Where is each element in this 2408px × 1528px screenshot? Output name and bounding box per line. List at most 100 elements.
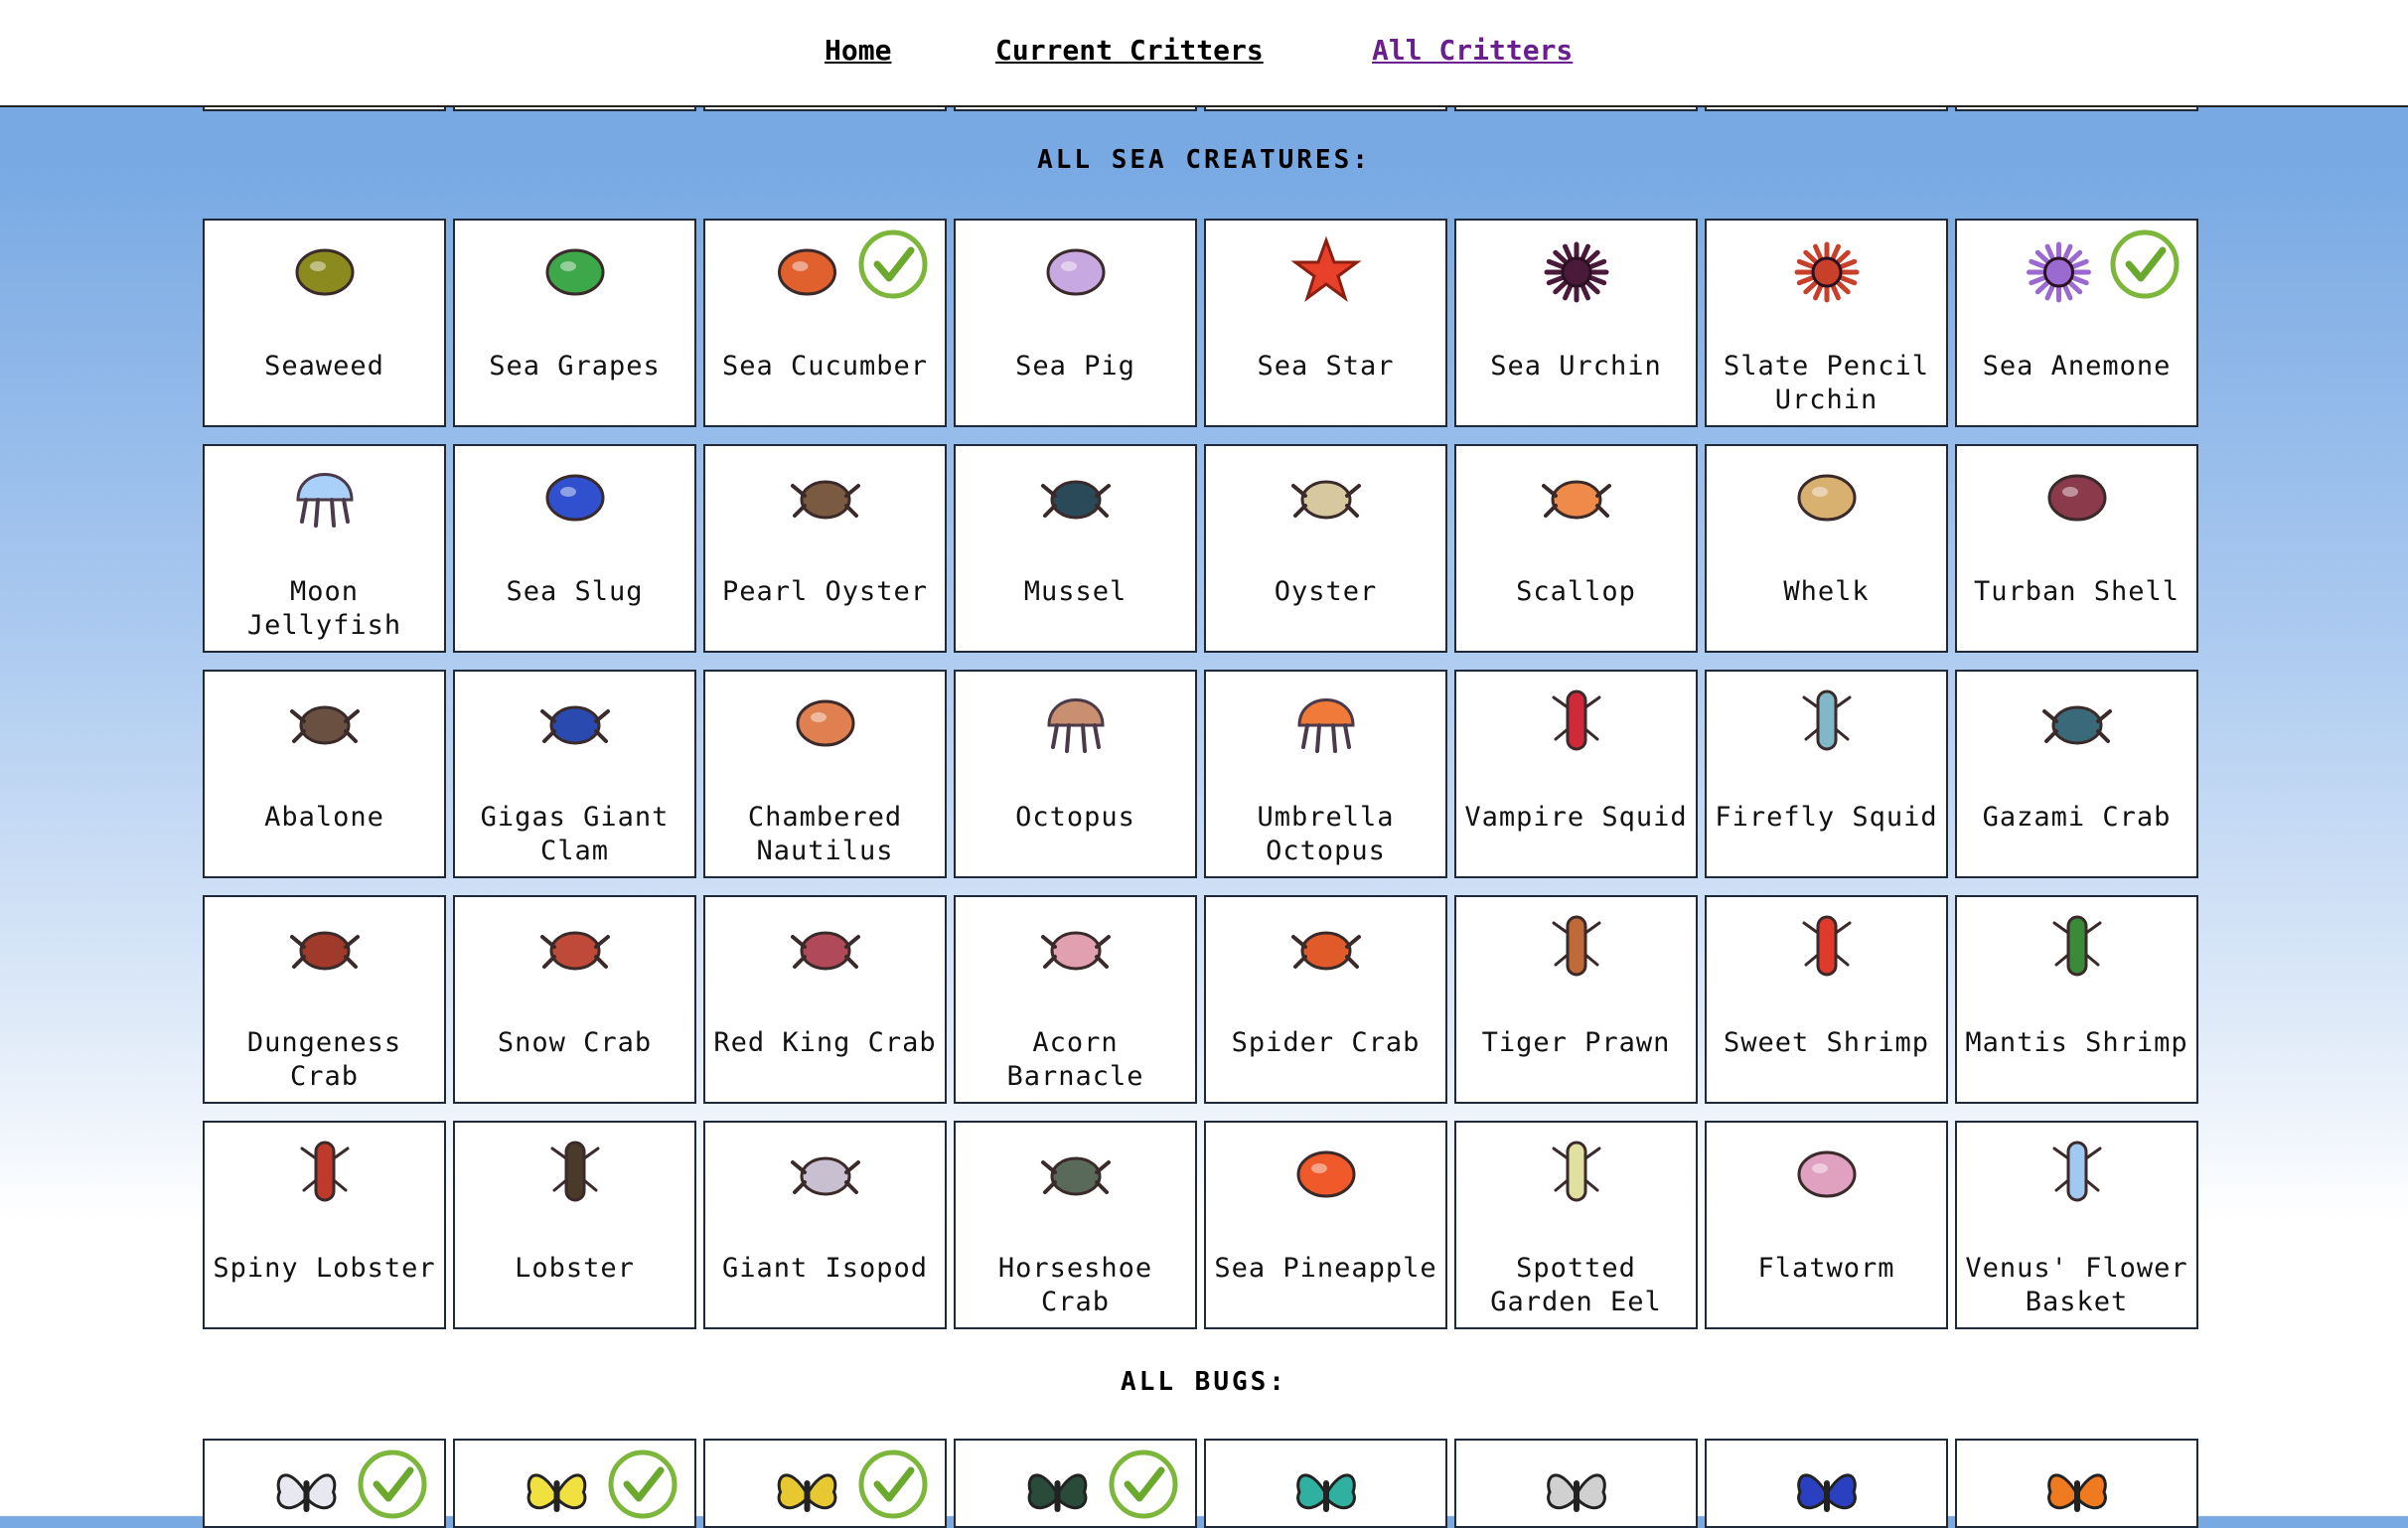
critter-card-slate-pencil-urchin[interactable]: Slate Pencil Urchin <box>1705 219 1948 427</box>
acorn-barnacle-icon <box>1039 911 1113 985</box>
lobster-icon <box>538 1137 612 1210</box>
critter-card-butterfly-green[interactable] <box>954 1439 1197 1528</box>
critter-card-butterfly-swallowtail[interactable] <box>703 1439 947 1528</box>
butterfly-striped-icon <box>1540 1454 1613 1528</box>
critter-card-abalone[interactable]: Abalone <box>203 670 446 878</box>
critter-card-gazami-crab[interactable]: Gazami Crab <box>1955 670 2198 878</box>
dungeness-crab-icon <box>288 911 362 985</box>
critter-card-sea-cucumber[interactable]: Sea Cucumber <box>703 219 947 427</box>
critter-card-spiny-lobster[interactable]: Spiny Lobster <box>203 1121 446 1329</box>
slate-pencil-urchin-icon <box>1790 234 1864 308</box>
horseshoe-crab-icon <box>1039 1137 1113 1210</box>
critter-name: Lobster <box>515 1253 635 1284</box>
garden-eel-icon <box>1540 1137 1613 1210</box>
venus-flower-basket-icon <box>2040 1137 2114 1210</box>
critter-name: Mussel <box>1023 576 1128 607</box>
critter-card-red-king-crab[interactable]: Red King Crab <box>703 895 947 1104</box>
critter-card-moon-jellyfish[interactable]: Moon Jellyfish <box>203 444 446 653</box>
critter-card-mussel[interactable]: Mussel <box>954 444 1197 653</box>
critter-name: Octopus <box>1015 802 1135 833</box>
critter-name: Scallop <box>1516 576 1636 607</box>
firefly-squid-icon <box>1790 686 1864 759</box>
critter-card-butterfly-teal[interactable] <box>1204 1439 1447 1528</box>
nav-all-critters-link[interactable]: All Critters <box>1372 34 1573 67</box>
critter-card-spider-crab[interactable]: Spider Crab <box>1204 895 1447 1104</box>
critter-card-scallop[interactable]: Scallop <box>1454 444 1698 653</box>
critter-name: Slate Pencil Urchin <box>1723 351 1930 415</box>
critter-card-vampire-squid[interactable]: Vampire Squid <box>1454 670 1698 878</box>
butterfly-teal-icon <box>1289 1454 1363 1528</box>
critter-name: Sea Pineapple <box>1214 1253 1437 1284</box>
caught-check-icon <box>857 1449 929 1520</box>
flatworm-icon <box>1790 1137 1864 1210</box>
critter-name: Spiny Lobster <box>213 1253 436 1284</box>
critter-card-giant-isopod[interactable]: Giant Isopod <box>703 1121 947 1329</box>
critter-name: Gazami Crab <box>1982 802 2172 833</box>
critter-card-sweet-shrimp[interactable]: Sweet Shrimp <box>1705 895 1948 1104</box>
critter-card-oyster[interactable]: Oyster <box>1204 444 1447 653</box>
critter-card-butterfly-yellow[interactable] <box>453 1439 696 1528</box>
sea-star-icon <box>1289 234 1363 308</box>
nav-home-link[interactable]: Home <box>825 34 891 67</box>
critter-card-umbrella-octopus[interactable]: Umbrella Octopus <box>1204 670 1447 878</box>
critter-card-venus-flower-basket[interactable]: Venus' Flower Basket <box>1955 1121 2198 1329</box>
critter-name: Sea Urchin <box>1490 351 1662 382</box>
critter-name: Oyster <box>1274 576 1378 607</box>
critter-name: Firefly Squid <box>1715 802 1938 833</box>
critter-card-horseshoe-crab[interactable]: Horseshoe Crab <box>954 1121 1197 1329</box>
critter-card-firefly-squid[interactable]: Firefly Squid <box>1705 670 1948 878</box>
oyster-icon <box>1289 460 1363 534</box>
critter-card-butterfly-blue[interactable] <box>1705 1439 1948 1528</box>
sea-slug-icon <box>538 460 612 534</box>
butterfly-monarch-icon <box>2040 1454 2114 1528</box>
giant-clam-icon <box>538 686 612 759</box>
critter-card-sea-pig[interactable]: Sea Pig <box>954 219 1197 427</box>
mantis-shrimp-icon <box>2040 911 2114 985</box>
critter-name: Abalone <box>264 802 384 833</box>
sea-cucumber-icon <box>770 234 843 308</box>
critter-card-butterfly-monarch[interactable] <box>1955 1439 2198 1528</box>
spiny-lobster-icon <box>288 1137 362 1210</box>
critter-card-gigas-giant-clam[interactable]: Gigas Giant Clam <box>453 670 696 878</box>
critter-name: Sea Slug <box>506 576 644 607</box>
sea-pineapple-icon <box>1289 1137 1363 1210</box>
critter-card-tiger-prawn[interactable]: Tiger Prawn <box>1454 895 1698 1104</box>
critter-card-acorn-barnacle[interactable]: Acorn Barnacle <box>954 895 1197 1104</box>
critter-card-mantis-shrimp[interactable]: Mantis Shrimp <box>1955 895 2198 1104</box>
butterfly-swallowtail-icon <box>770 1454 843 1528</box>
turban-shell-icon <box>2040 460 2114 534</box>
critter-card-spotted-garden-eel[interactable]: Spotted Garden Eel <box>1454 1121 1698 1329</box>
critter-card-chambered-nautilus[interactable]: Chambered Nautilus <box>703 670 947 878</box>
critter-name: Sea Grapes <box>489 351 661 382</box>
critter-name: Umbrella Octopus <box>1257 802 1395 866</box>
critter-card-turban-shell[interactable]: Turban Shell <box>1955 444 2198 653</box>
critter-name: Dungeness Crab <box>246 1027 402 1092</box>
critter-card-sea-anemone[interactable]: Sea Anemone <box>1955 219 2198 427</box>
critter-name: Moon Jellyfish <box>246 576 402 641</box>
critter-card-seaweed[interactable]: Seaweed <box>203 219 446 427</box>
critter-card-sea-star[interactable]: Sea Star <box>1204 219 1447 427</box>
critter-card-sea-pineapple[interactable]: Sea Pineapple <box>1204 1121 1447 1329</box>
critter-card-lobster[interactable]: Lobster <box>453 1121 696 1329</box>
critter-name: Giant Isopod <box>721 1253 929 1284</box>
critter-name: Gigas Giant Clam <box>480 802 670 866</box>
critter-card-snow-crab[interactable]: Snow Crab <box>453 895 696 1104</box>
critter-card-octopus[interactable]: Octopus <box>954 670 1197 878</box>
critter-card-whelk[interactable]: Whelk <box>1705 444 1948 653</box>
critter-card-dungeness-crab[interactable]: Dungeness Crab <box>203 895 446 1104</box>
critter-name: Vampire Squid <box>1464 802 1688 833</box>
nav-current-critters-link[interactable]: Current Critters <box>995 34 1264 67</box>
critter-card-butterfly-white[interactable] <box>203 1439 446 1528</box>
abalone-icon <box>288 686 362 759</box>
umbrella-octopus-icon <box>1289 686 1363 759</box>
sweet-shrimp-icon <box>1790 911 1864 985</box>
critter-name: Snow Crab <box>497 1027 653 1058</box>
critter-card-pearl-oyster[interactable]: Pearl Oyster <box>703 444 947 653</box>
critter-card-sea-slug[interactable]: Sea Slug <box>453 444 696 653</box>
tiger-prawn-icon <box>1540 911 1613 985</box>
critter-card-sea-urchin[interactable]: Sea Urchin <box>1454 219 1698 427</box>
critter-name: Sweet Shrimp <box>1723 1027 1930 1058</box>
critter-card-flatworm[interactable]: Flatworm <box>1705 1121 1948 1329</box>
critter-card-butterfly-striped[interactable] <box>1454 1439 1698 1528</box>
critter-card-sea-grapes[interactable]: Sea Grapes <box>453 219 696 427</box>
